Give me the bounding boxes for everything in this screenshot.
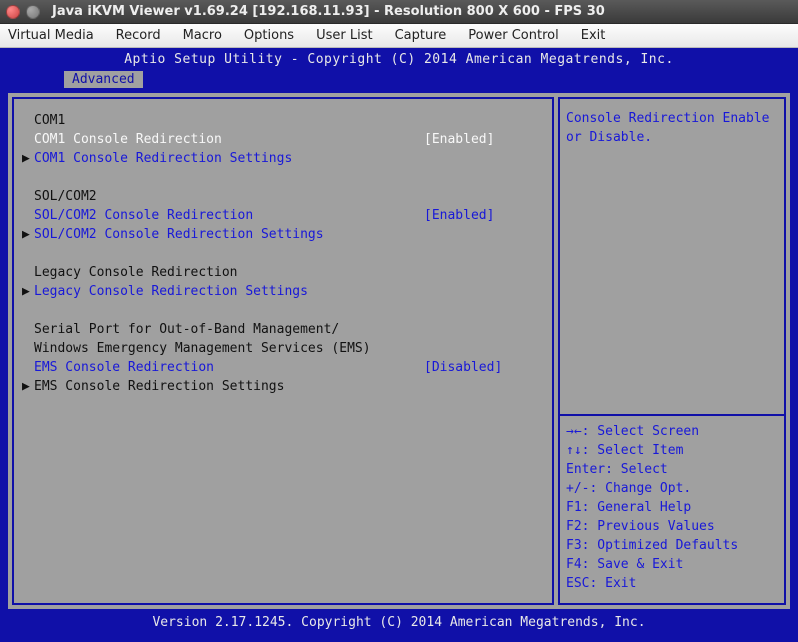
key-save-exit: F4: Save & Exit [566, 555, 778, 574]
menu-record[interactable]: Record [116, 28, 161, 43]
key-change-opt: +/-: Change Opt. [566, 479, 778, 498]
ems-console-redirection[interactable]: EMS Console Redirection[Disabled] [22, 358, 544, 377]
serial-port-header-1: Serial Port for Out-of-Band Management/ [22, 320, 544, 339]
menu-power-control[interactable]: Power Control [468, 28, 558, 43]
key-enter: Enter: Select [566, 460, 778, 479]
bios-header: Aptio Setup Utility - Copyright (C) 2014… [0, 48, 798, 71]
key-esc-exit: ESC: Exit [566, 574, 778, 593]
ems-console-redirection-settings[interactable]: ▶EMS Console Redirection Settings [22, 377, 544, 396]
legacy-console-redirection-settings[interactable]: ▶Legacy Console Redirection Settings [22, 282, 544, 301]
close-icon[interactable] [6, 5, 20, 19]
key-optimized-defaults: F3: Optimized Defaults [566, 536, 778, 555]
com1-console-redirection-settings[interactable]: ▶COM1 Console Redirection Settings [22, 149, 544, 168]
tab-advanced[interactable]: Advanced [64, 71, 143, 88]
com1-header: COM1 [22, 111, 544, 130]
serial-port-header-2: Windows Emergency Management Services (E… [22, 339, 544, 358]
minimize-icon[interactable] [26, 5, 40, 19]
window-title: Java iKVM Viewer v1.69.24 [192.168.11.93… [52, 4, 605, 19]
legacy-header: Legacy Console Redirection [22, 263, 544, 282]
key-general-help: F1: General Help [566, 498, 778, 517]
menu-macro[interactable]: Macro [183, 28, 222, 43]
com1-console-redirection[interactable]: COM1 Console Redirection[Enabled] [22, 130, 544, 149]
bios-body: COM1 COM1 Console Redirection[Enabled] ▶… [6, 91, 792, 611]
help-divider [560, 414, 784, 416]
settings-pane: COM1 COM1 Console Redirection[Enabled] ▶… [12, 97, 554, 605]
sol-com2-console-redirection[interactable]: SOL/COM2 Console Redirection[Enabled] [22, 206, 544, 225]
help-text: Console Redirection Enable or Disable. [566, 109, 778, 147]
key-select-item: ↑↓: Select Item [566, 441, 778, 460]
sol-com2-header: SOL/COM2 [22, 187, 544, 206]
bios-screen: Aptio Setup Utility - Copyright (C) 2014… [0, 48, 798, 642]
tab-row: Advanced [0, 71, 798, 91]
sol-com2-console-redirection-settings[interactable]: ▶SOL/COM2 Console Redirection Settings [22, 225, 544, 244]
help-pane: Console Redirection Enable or Disable. →… [558, 97, 786, 605]
menu-user-list[interactable]: User List [316, 28, 373, 43]
menu-virtual-media[interactable]: Virtual Media [8, 28, 94, 43]
window-titlebar: Java iKVM Viewer v1.69.24 [192.168.11.93… [0, 0, 798, 24]
key-previous-values: F2: Previous Values [566, 517, 778, 536]
menu-exit[interactable]: Exit [581, 28, 606, 43]
bios-footer: Version 2.17.1245. Copyright (C) 2014 Am… [0, 611, 798, 634]
menubar: Virtual Media Record Macro Options User … [0, 24, 798, 48]
menu-capture[interactable]: Capture [395, 28, 447, 43]
menu-options[interactable]: Options [244, 28, 294, 43]
key-select-screen: →←: Select Screen [566, 422, 778, 441]
